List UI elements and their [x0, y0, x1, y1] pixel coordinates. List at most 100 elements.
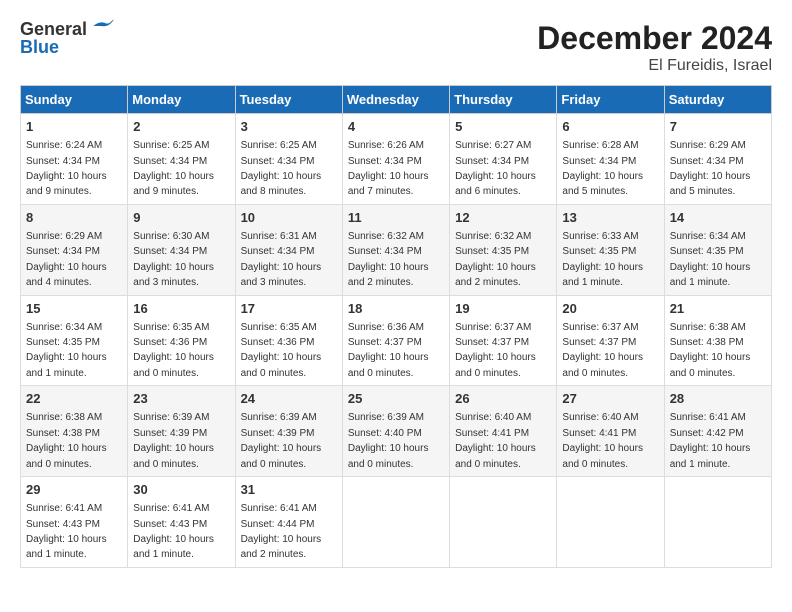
day-number: 21 — [670, 300, 766, 318]
day-info: Sunrise: 6:39 AM Sunset: 4:39 PM Dayligh… — [133, 412, 214, 469]
page-title: December 2024 — [537, 20, 772, 57]
calendar-cell — [557, 477, 664, 568]
calendar-cell: 6 Sunrise: 6:28 AM Sunset: 4:34 PM Dayli… — [557, 114, 664, 205]
calendar-cell: 19 Sunrise: 6:37 AM Sunset: 4:37 PM Dayl… — [450, 295, 557, 386]
day-info: Sunrise: 6:27 AM Sunset: 4:34 PM Dayligh… — [455, 140, 536, 197]
calendar-cell: 24 Sunrise: 6:39 AM Sunset: 4:39 PM Dayl… — [235, 386, 342, 477]
calendar-cell: 4 Sunrise: 6:26 AM Sunset: 4:34 PM Dayli… — [342, 114, 449, 205]
calendar-cell: 25 Sunrise: 6:39 AM Sunset: 4:40 PM Dayl… — [342, 386, 449, 477]
day-info: Sunrise: 6:37 AM Sunset: 4:37 PM Dayligh… — [455, 322, 536, 379]
day-info: Sunrise: 6:38 AM Sunset: 4:38 PM Dayligh… — [26, 412, 107, 469]
day-info: Sunrise: 6:39 AM Sunset: 4:39 PM Dayligh… — [241, 412, 322, 469]
calendar-cell: 9 Sunrise: 6:30 AM Sunset: 4:34 PM Dayli… — [128, 204, 235, 295]
day-number: 26 — [455, 390, 551, 408]
calendar-cell: 31 Sunrise: 6:41 AM Sunset: 4:44 PM Dayl… — [235, 477, 342, 568]
day-info: Sunrise: 6:35 AM Sunset: 4:36 PM Dayligh… — [241, 322, 322, 379]
day-info: Sunrise: 6:36 AM Sunset: 4:37 PM Dayligh… — [348, 322, 429, 379]
day-number: 8 — [26, 209, 122, 227]
day-info: Sunrise: 6:41 AM Sunset: 4:42 PM Dayligh… — [670, 412, 751, 469]
day-number: 28 — [670, 390, 766, 408]
calendar-cell: 11 Sunrise: 6:32 AM Sunset: 4:34 PM Dayl… — [342, 204, 449, 295]
day-number: 29 — [26, 481, 122, 499]
weekday-header-friday: Friday — [557, 86, 664, 114]
day-info: Sunrise: 6:25 AM Sunset: 4:34 PM Dayligh… — [133, 140, 214, 197]
day-number: 14 — [670, 209, 766, 227]
day-info: Sunrise: 6:41 AM Sunset: 4:43 PM Dayligh… — [133, 503, 214, 560]
day-info: Sunrise: 6:24 AM Sunset: 4:34 PM Dayligh… — [26, 140, 107, 197]
calendar-cell: 18 Sunrise: 6:36 AM Sunset: 4:37 PM Dayl… — [342, 295, 449, 386]
day-number: 25 — [348, 390, 444, 408]
day-info: Sunrise: 6:33 AM Sunset: 4:35 PM Dayligh… — [562, 231, 643, 288]
calendar-week-1: 1 Sunrise: 6:24 AM Sunset: 4:34 PM Dayli… — [21, 114, 772, 205]
calendar-cell: 3 Sunrise: 6:25 AM Sunset: 4:34 PM Dayli… — [235, 114, 342, 205]
calendar-week-5: 29 Sunrise: 6:41 AM Sunset: 4:43 PM Dayl… — [21, 477, 772, 568]
calendar-cell: 30 Sunrise: 6:41 AM Sunset: 4:43 PM Dayl… — [128, 477, 235, 568]
day-number: 12 — [455, 209, 551, 227]
day-info: Sunrise: 6:25 AM Sunset: 4:34 PM Dayligh… — [241, 140, 322, 197]
logo-general: General — [20, 20, 114, 38]
logo: General Blue — [20, 20, 114, 56]
day-info: Sunrise: 6:34 AM Sunset: 4:35 PM Dayligh… — [670, 231, 751, 288]
calendar-week-2: 8 Sunrise: 6:29 AM Sunset: 4:34 PM Dayli… — [21, 204, 772, 295]
day-info: Sunrise: 6:28 AM Sunset: 4:34 PM Dayligh… — [562, 140, 643, 197]
calendar-cell: 8 Sunrise: 6:29 AM Sunset: 4:34 PM Dayli… — [21, 204, 128, 295]
logo-bird-icon — [92, 19, 114, 33]
weekday-header-thursday: Thursday — [450, 86, 557, 114]
day-info: Sunrise: 6:32 AM Sunset: 4:35 PM Dayligh… — [455, 231, 536, 288]
calendar-cell — [342, 477, 449, 568]
calendar-table: SundayMondayTuesdayWednesdayThursdayFrid… — [20, 85, 772, 568]
calendar-cell: 13 Sunrise: 6:33 AM Sunset: 4:35 PM Dayl… — [557, 204, 664, 295]
day-number: 20 — [562, 300, 658, 318]
calendar-cell: 15 Sunrise: 6:34 AM Sunset: 4:35 PM Dayl… — [21, 295, 128, 386]
day-info: Sunrise: 6:31 AM Sunset: 4:34 PM Dayligh… — [241, 231, 322, 288]
day-info: Sunrise: 6:34 AM Sunset: 4:35 PM Dayligh… — [26, 322, 107, 379]
calendar-cell: 2 Sunrise: 6:25 AM Sunset: 4:34 PM Dayli… — [128, 114, 235, 205]
weekday-header-saturday: Saturday — [664, 86, 771, 114]
calendar-cell: 14 Sunrise: 6:34 AM Sunset: 4:35 PM Dayl… — [664, 204, 771, 295]
day-number: 16 — [133, 300, 229, 318]
day-info: Sunrise: 6:35 AM Sunset: 4:36 PM Dayligh… — [133, 322, 214, 379]
day-info: Sunrise: 6:26 AM Sunset: 4:34 PM Dayligh… — [348, 140, 429, 197]
page-subtitle: El Fureidis, Israel — [537, 57, 772, 75]
calendar-cell: 27 Sunrise: 6:40 AM Sunset: 4:41 PM Dayl… — [557, 386, 664, 477]
calendar-cell: 23 Sunrise: 6:39 AM Sunset: 4:39 PM Dayl… — [128, 386, 235, 477]
day-info: Sunrise: 6:40 AM Sunset: 4:41 PM Dayligh… — [562, 412, 643, 469]
calendar-week-4: 22 Sunrise: 6:38 AM Sunset: 4:38 PM Dayl… — [21, 386, 772, 477]
day-number: 15 — [26, 300, 122, 318]
calendar-cell — [664, 477, 771, 568]
day-info: Sunrise: 6:38 AM Sunset: 4:38 PM Dayligh… — [670, 322, 751, 379]
day-number: 23 — [133, 390, 229, 408]
day-number: 10 — [241, 209, 337, 227]
calendar-cell: 16 Sunrise: 6:35 AM Sunset: 4:36 PM Dayl… — [128, 295, 235, 386]
day-info: Sunrise: 6:37 AM Sunset: 4:37 PM Dayligh… — [562, 322, 643, 379]
weekday-header-sunday: Sunday — [21, 86, 128, 114]
day-info: Sunrise: 6:40 AM Sunset: 4:41 PM Dayligh… — [455, 412, 536, 469]
calendar-week-3: 15 Sunrise: 6:34 AM Sunset: 4:35 PM Dayl… — [21, 295, 772, 386]
day-number: 6 — [562, 118, 658, 136]
day-number: 19 — [455, 300, 551, 318]
calendar-cell: 20 Sunrise: 6:37 AM Sunset: 4:37 PM Dayl… — [557, 295, 664, 386]
day-number: 27 — [562, 390, 658, 408]
calendar-cell: 7 Sunrise: 6:29 AM Sunset: 4:34 PM Dayli… — [664, 114, 771, 205]
calendar-cell: 12 Sunrise: 6:32 AM Sunset: 4:35 PM Dayl… — [450, 204, 557, 295]
day-number: 9 — [133, 209, 229, 227]
day-number: 3 — [241, 118, 337, 136]
calendar-cell: 5 Sunrise: 6:27 AM Sunset: 4:34 PM Dayli… — [450, 114, 557, 205]
weekday-header-wednesday: Wednesday — [342, 86, 449, 114]
title-block: December 2024 El Fureidis, Israel — [537, 20, 772, 75]
logo-blue: Blue — [20, 38, 114, 56]
day-number: 24 — [241, 390, 337, 408]
calendar-cell — [450, 477, 557, 568]
day-number: 1 — [26, 118, 122, 136]
calendar-cell: 22 Sunrise: 6:38 AM Sunset: 4:38 PM Dayl… — [21, 386, 128, 477]
day-info: Sunrise: 6:29 AM Sunset: 4:34 PM Dayligh… — [26, 231, 107, 288]
day-number: 5 — [455, 118, 551, 136]
day-number: 4 — [348, 118, 444, 136]
day-info: Sunrise: 6:41 AM Sunset: 4:44 PM Dayligh… — [241, 503, 322, 560]
calendar-cell: 21 Sunrise: 6:38 AM Sunset: 4:38 PM Dayl… — [664, 295, 771, 386]
day-info: Sunrise: 6:30 AM Sunset: 4:34 PM Dayligh… — [133, 231, 214, 288]
day-number: 22 — [26, 390, 122, 408]
day-info: Sunrise: 6:32 AM Sunset: 4:34 PM Dayligh… — [348, 231, 429, 288]
weekday-header-monday: Monday — [128, 86, 235, 114]
day-info: Sunrise: 6:39 AM Sunset: 4:40 PM Dayligh… — [348, 412, 429, 469]
